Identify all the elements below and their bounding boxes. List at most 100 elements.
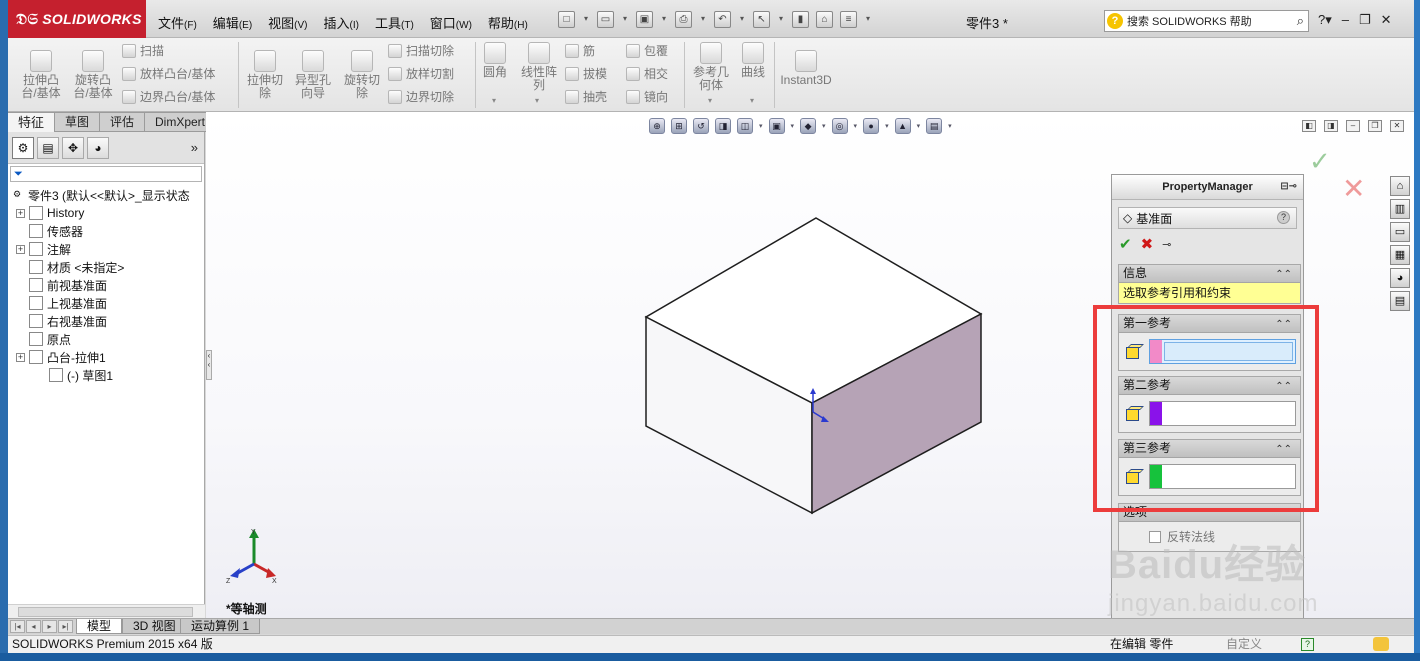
keep-visible-pin-button[interactable]: ⊸ [1162, 238, 1171, 251]
hole-wizard-button[interactable]: 异型孔 向导 [292, 50, 334, 100]
open-folder-icon[interactable]: ▭ [597, 11, 614, 28]
rib-button[interactable]: 筋 [565, 42, 595, 59]
tree-item[interactable]: 材质 <未指定> [16, 258, 124, 276]
intersect-button[interactable]: 相交 [626, 65, 668, 82]
confirm-checkmark-icon[interactable]: ✓ [1309, 146, 1331, 177]
shell-button[interactable]: 抽壳 [565, 88, 607, 105]
curves-button[interactable]: 曲线 [736, 42, 770, 79]
menu-item[interactable]: 帮助(H) [480, 13, 536, 32]
new-document-icon[interactable]: □ [558, 11, 575, 28]
collapse-chevron-icon[interactable]: ⌃⌃ [1275, 378, 1292, 395]
fillet-button[interactable]: 圆角 [478, 42, 512, 79]
options-group-header[interactable]: 选项 ⌃⌃ [1119, 504, 1300, 522]
reference-triad[interactable]: Y X Z [218, 524, 278, 584]
tree-item[interactable]: 传感器 [16, 222, 83, 240]
sweep-cut-button[interactable]: 扫描切除 [388, 42, 454, 59]
ok-button[interactable]: ✔ [1119, 235, 1132, 253]
first-reference-header[interactable]: 第一参考 ⌃⌃ [1119, 315, 1300, 333]
menu-item[interactable]: 插入(I) [316, 13, 367, 32]
tree-item[interactable]: 原点 [16, 330, 71, 348]
tree-item[interactable]: (-) 草图1 [36, 366, 113, 384]
curves-dropdown-caret[interactable]: ▾ [750, 96, 754, 105]
command-tab[interactable]: 草图 [55, 112, 100, 132]
tree-item[interactable]: 前视基准面 [16, 276, 107, 294]
flip-normal-checkbox[interactable] [1149, 530, 1161, 543]
tab-3d-views[interactable]: 3D 视图 [122, 619, 187, 634]
unit-system[interactable]: 自定义 [1226, 636, 1262, 653]
select-dropdown-caret[interactable]: ▾ [777, 11, 785, 28]
boundary-boss-button[interactable]: 边界凸台/基体 [122, 88, 215, 105]
menu-item[interactable]: 视图(V) [260, 13, 315, 32]
second-reference-selection-box[interactable] [1149, 401, 1296, 426]
tree-filter-field[interactable]: ⏷ [10, 166, 202, 182]
undo-icon[interactable]: ↶ [714, 11, 731, 28]
third-reference-selection-box[interactable] [1149, 464, 1296, 489]
help-icon[interactable]: ? [1277, 211, 1290, 224]
undo-dropdown-caret[interactable]: ▾ [738, 11, 746, 28]
collapse-chevron-icon[interactable]: ⌃⌃ [1275, 316, 1292, 333]
file-properties-icon[interactable]: ⌂ [816, 11, 833, 28]
fillet-dropdown-caret[interactable]: ▾ [492, 96, 496, 105]
tree-item[interactable]: 右视基准面 [16, 312, 107, 330]
save-icon[interactable]: ▣ [636, 11, 653, 28]
status-help-icon[interactable]: ? [1301, 638, 1314, 651]
panel-splitter-handle[interactable]: ‹ ‹ [206, 350, 212, 380]
selection-value[interactable] [1164, 342, 1293, 361]
menu-item[interactable]: 窗口(W) [422, 13, 480, 32]
property-manager-tab-icon[interactable]: ▤ [37, 136, 59, 159]
custom-properties-icon[interactable]: ▤ [1390, 291, 1410, 311]
mirror-button[interactable]: 镜向 [626, 88, 668, 105]
cancel-button[interactable]: ✖ [1141, 235, 1154, 253]
help-menu-icon[interactable]: ?▾ [1318, 12, 1332, 28]
command-tab[interactable]: 特征 [8, 112, 55, 132]
cancel-x-icon[interactable]: ✕ [1342, 172, 1365, 205]
last-tab-icon[interactable]: ▸| [58, 620, 73, 633]
sweep-button[interactable]: 扫描 [122, 42, 164, 59]
options-icon[interactable]: ≡ [840, 11, 857, 28]
home-icon[interactable]: ⌂ [1390, 176, 1410, 196]
view-palette-icon[interactable]: ▦ [1390, 245, 1410, 265]
expand-toggle-icon[interactable]: + [16, 208, 25, 218]
minimize-icon[interactable]: – [1342, 12, 1349, 28]
second-reference-header[interactable]: 第二参考 ⌃⌃ [1119, 377, 1300, 395]
close-icon[interactable]: ✕ [1381, 12, 1392, 28]
menu-item[interactable]: 编辑(E) [205, 13, 260, 32]
rebuild-icon[interactable]: ▮ [792, 11, 809, 28]
display-manager-tab-icon[interactable]: ◕ [87, 136, 109, 159]
extrude-boss-button[interactable]: 拉伸凸 台/基体 [20, 50, 62, 100]
feature-tree-tab-icon[interactable]: ⚙ [12, 136, 34, 159]
tree-item[interactable]: 上视基准面 [16, 294, 107, 312]
prev-tab-icon[interactable]: ◂ [26, 620, 41, 633]
command-tab[interactable]: 评估 [100, 112, 145, 132]
draft-button[interactable]: 拔模 [565, 65, 607, 82]
info-group-header[interactable]: 信息 ⌃⌃ [1119, 265, 1300, 283]
menu-item[interactable]: 工具(T) [367, 13, 422, 32]
help-search-box[interactable]: ? 搜索 SOLIDWORKS 帮助 ⌕ [1104, 10, 1309, 32]
revolve-boss-button[interactable]: 旋转凸 台/基体 [72, 50, 114, 100]
flip-normal-option[interactable]: 反转法线 [1119, 522, 1300, 551]
instant3d-button[interactable]: Instant3D [778, 50, 834, 87]
next-tab-icon[interactable]: ▸ [42, 620, 57, 633]
print-dropdown-caret[interactable]: ▾ [699, 11, 707, 28]
reference-geometry-button[interactable]: 参考几 何体 [688, 42, 734, 92]
search-icon[interactable]: ⌕ [1297, 13, 1304, 29]
tab-model[interactable]: 模型 [76, 619, 123, 634]
tree-item[interactable]: + 注解 [16, 240, 71, 258]
tree-horizontal-scrollbar[interactable] [8, 604, 205, 618]
open-dropdown-caret[interactable]: ▾ [621, 11, 629, 28]
collapse-chevron-icon[interactable]: ⌃⌃ [1275, 505, 1292, 522]
tree-root-part[interactable]: ⚙ 零件3 (默认<<默认>_显示状态 [10, 186, 190, 204]
print-icon[interactable]: ⎙ [675, 11, 692, 28]
tree-item[interactable]: + History [16, 204, 84, 222]
revolve-cut-button[interactable]: 旋转切 除 [341, 50, 383, 100]
loft-boss-button[interactable]: 放样凸台/基体 [122, 65, 215, 82]
tree-item[interactable]: + 凸台-拉伸1 [16, 348, 106, 366]
linear-pattern-button[interactable]: 线性阵 列 [516, 42, 562, 92]
restore-icon[interactable]: ❐ [1359, 12, 1371, 28]
collapse-chevron-icon[interactable]: ⌃⌃ [1275, 441, 1292, 458]
app-logo[interactable]: 𝔇𝔖 SOLIDWORKS [8, 0, 146, 38]
new-dropdown-caret[interactable]: ▾ [582, 11, 590, 28]
extrude-cut-button[interactable]: 拉伸切 除 [244, 50, 286, 100]
appearances-icon[interactable]: ◕ [1390, 268, 1410, 288]
scrollbar-thumb[interactable] [18, 607, 193, 617]
